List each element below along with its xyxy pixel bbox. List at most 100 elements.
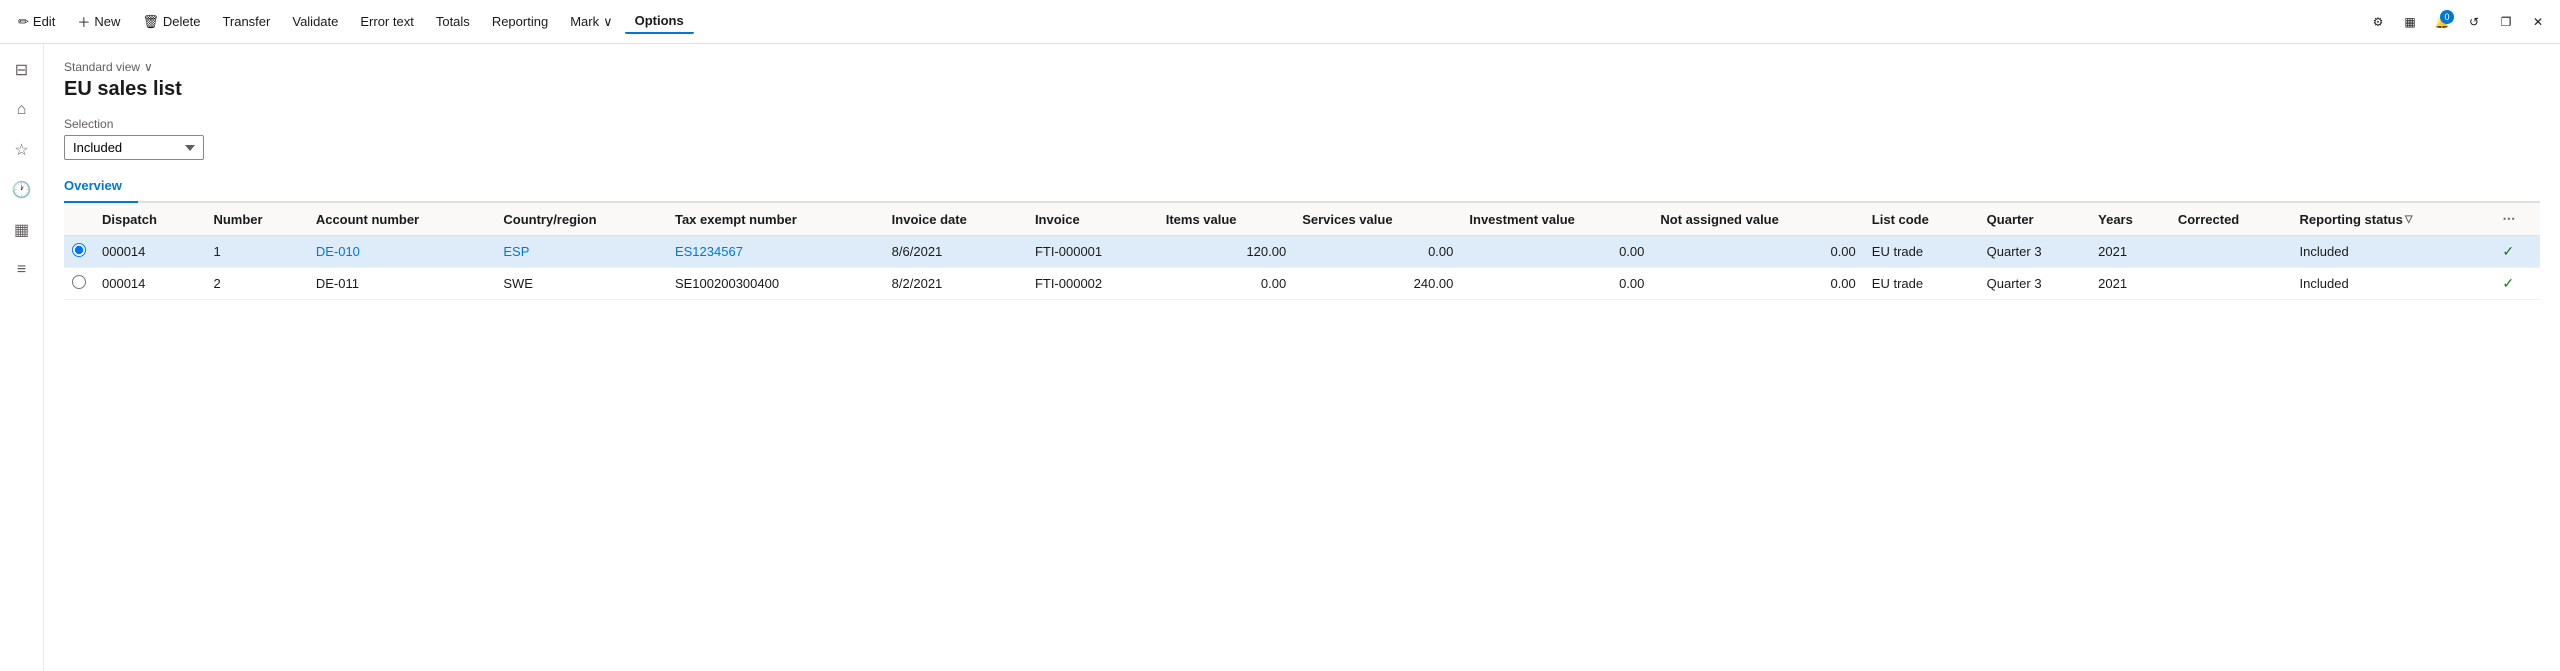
error-text-button[interactable]: Error text — [350, 10, 423, 33]
th-not-assigned-value: Not assigned value — [1652, 203, 1863, 236]
table-body: 0000141DE-010ESPES12345678/6/2021FTI-000… — [64, 236, 2540, 300]
options-button[interactable]: Options — [625, 9, 694, 34]
new-button[interactable]: ＋ New — [67, 8, 130, 35]
sidebar-table-icon[interactable]: ▦ — [4, 212, 40, 248]
checkmark-icon: ✓ — [2502, 275, 2514, 291]
page-title: EU sales list — [64, 78, 2540, 101]
cell-items_value: 0.00 — [1158, 268, 1294, 300]
cell-account_number: DE-011 — [308, 268, 496, 300]
sidebar-filter-icon[interactable]: ⊟ — [4, 52, 40, 88]
delete-icon: 🗑 — [142, 14, 159, 30]
layout: ⊟ ⌂ ☆ 🕐 ▦ ≡ Standard view ∨ EU sales lis… — [0, 44, 2560, 671]
th-more-options[interactable]: ⋯ — [2494, 203, 2540, 236]
restore-button[interactable]: ❐ — [2492, 8, 2520, 36]
cell-country_region[interactable]: ESP — [495, 236, 667, 268]
cell-quarter: Quarter 3 — [1979, 236, 2090, 268]
view-selector[interactable]: Standard view ∨ — [64, 60, 2540, 74]
view-selector-chevron: ∨ — [144, 60, 153, 74]
refresh-icon: ↺ — [2469, 15, 2479, 29]
sidebar-home-icon[interactable]: ⌂ — [4, 92, 40, 128]
th-number: Number — [205, 203, 307, 236]
th-years: Years — [2090, 203, 2170, 236]
view-selector-label: Standard view — [64, 60, 140, 74]
cell-checkmark: ✓ — [2494, 236, 2540, 268]
cell-years: 2021 — [2090, 268, 2170, 300]
close-icon: ✕ — [2533, 15, 2543, 29]
filter-icon: ▽ — [2405, 214, 2413, 225]
cell-reporting_status: Included — [2292, 268, 2495, 300]
settings-button[interactable]: ⚙ — [2364, 8, 2392, 36]
cell-number: 2 — [205, 268, 307, 300]
reporting-button[interactable]: Reporting — [482, 10, 558, 33]
cell-tax_exempt_number: SE100200300400 — [667, 268, 884, 300]
th-services-value: Services value — [1294, 203, 1461, 236]
cell-investment_value: 0.00 — [1461, 268, 1652, 300]
cell-country_region: SWE — [495, 268, 667, 300]
th-items-value: Items value — [1158, 203, 1294, 236]
refresh-button[interactable]: ↺ — [2460, 8, 2488, 36]
settings-icon: ⚙ — [2373, 15, 2384, 29]
th-tax-exempt-number: Tax exempt number — [667, 203, 884, 236]
cell-list_code: EU trade — [1864, 268, 1979, 300]
cell-items_value: 120.00 — [1158, 236, 1294, 268]
new-icon: ＋ — [77, 12, 90, 31]
sidebar-list-icon[interactable]: ≡ — [4, 252, 40, 288]
cell-account_number[interactable]: DE-010 — [308, 236, 496, 268]
cell-dispatch: 000014 — [94, 268, 205, 300]
mark-button[interactable]: Mark ∨ — [560, 10, 622, 34]
table-row[interactable]: 0000142DE-011SWESE1002003004008/2/2021FT… — [64, 268, 2540, 300]
transfer-button[interactable]: Transfer — [212, 10, 280, 33]
cell-reporting_status: Included — [2292, 236, 2495, 268]
cell-not_assigned_value: 0.00 — [1652, 268, 1863, 300]
edit-icon: ✏ — [18, 14, 29, 30]
th-country-region: Country/region — [495, 203, 667, 236]
data-table: Dispatch Number Account number Country/r… — [64, 203, 2540, 300]
notification-badge: 0 — [2440, 10, 2454, 24]
th-invoice-date: Invoice date — [884, 203, 1027, 236]
th-corrected: Corrected — [2170, 203, 2292, 236]
cell-quarter: Quarter 3 — [1979, 268, 2090, 300]
more-options-icon[interactable]: ⋯ — [2502, 211, 2515, 226]
panel-icon: ▦ — [2404, 15, 2415, 29]
th-list-code: List code — [1864, 203, 1979, 236]
close-button[interactable]: ✕ — [2524, 8, 2552, 36]
th-dispatch: Dispatch — [94, 203, 205, 236]
sidebar-clock-icon[interactable]: 🕐 — [4, 172, 40, 208]
table-row[interactable]: 0000141DE-010ESPES12345678/6/2021FTI-000… — [64, 236, 2540, 268]
panel-toggle-button[interactable]: ▦ — [2396, 8, 2424, 36]
th-account-number: Account number — [308, 203, 496, 236]
selection-dropdown[interactable]: Included All Not included Corrected — [64, 135, 204, 160]
cell-corrected — [2170, 268, 2292, 300]
cell-number: 1 — [205, 236, 307, 268]
filter-label: Selection — [64, 117, 2540, 131]
main-content: Standard view ∨ EU sales list Selection … — [44, 44, 2560, 671]
restore-icon: ❐ — [2501, 15, 2512, 29]
cell-services_value: 240.00 — [1294, 268, 1461, 300]
cell-services_value: 0.00 — [1294, 236, 1461, 268]
validate-button[interactable]: Validate — [282, 10, 348, 33]
toolbar: ✏ Edit ＋ New 🗑 Delete Transfer Validate … — [0, 0, 2560, 44]
row-radio[interactable] — [72, 243, 86, 257]
mark-chevron-icon: ∨ — [603, 14, 613, 30]
notification-wrap: 🔔 0 — [2428, 8, 2456, 36]
cell-invoice: FTI-000001 — [1027, 236, 1158, 268]
edit-button[interactable]: ✏ Edit — [8, 10, 65, 34]
th-quarter: Quarter — [1979, 203, 2090, 236]
checkmark-icon: ✓ — [2502, 243, 2514, 259]
tabs: Overview — [64, 172, 2540, 203]
cell-tax_exempt_number[interactable]: ES1234567 — [667, 236, 884, 268]
delete-button[interactable]: 🗑 Delete — [132, 10, 210, 34]
row-radio[interactable] — [72, 275, 86, 289]
th-reporting-status: Reporting status ▽ — [2292, 203, 2495, 236]
filter-section: Selection Included All Not included Corr… — [64, 117, 2540, 160]
cell-list_code: EU trade — [1864, 236, 1979, 268]
totals-button[interactable]: Totals — [426, 10, 480, 33]
sidebar-star-icon[interactable]: ☆ — [4, 132, 40, 168]
cell-not_assigned_value: 0.00 — [1652, 236, 1863, 268]
tab-overview[interactable]: Overview — [64, 172, 138, 203]
cell-invoice: FTI-000002 — [1027, 268, 1158, 300]
cell-invoice_date: 8/6/2021 — [884, 236, 1027, 268]
cell-dispatch: 000014 — [94, 236, 205, 268]
sidebar: ⊟ ⌂ ☆ 🕐 ▦ ≡ — [0, 44, 44, 671]
table-header-row: Dispatch Number Account number Country/r… — [64, 203, 2540, 236]
